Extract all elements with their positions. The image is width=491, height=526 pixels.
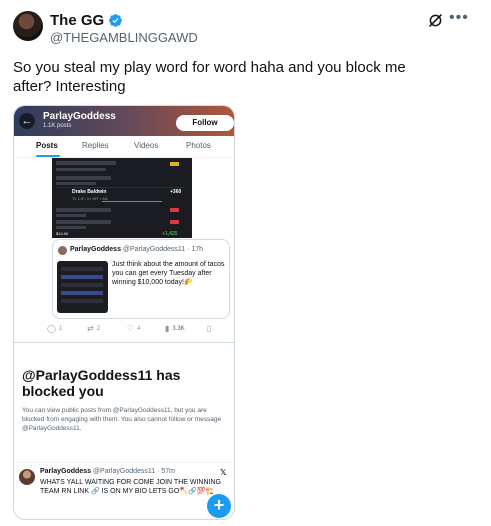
profile-tabs: Posts Replies Videos Photos (14, 136, 234, 158)
views-action[interactable]: ▮ 3.3K (165, 324, 185, 333)
bet-slip-line (56, 226, 86, 229)
quoted-avatar (58, 246, 67, 255)
quoted-image-row (61, 275, 103, 279)
reply-action[interactable]: ◯ 1 (47, 324, 62, 333)
author-name-row: The GG (50, 12, 123, 29)
tab-posts[interactable]: Posts (36, 141, 58, 150)
bet-slip-line (56, 161, 116, 165)
views-count: 3.3K (172, 325, 185, 332)
quoted-image-row (61, 267, 103, 271)
bet-slip-line (56, 182, 96, 185)
section-divider (14, 342, 234, 343)
bet-slip-image: Drake Baldwin +360 TL 1.5 • 1+ HIT • ML … (52, 158, 192, 238)
tweet: The GG @THEGAMBLINGGAWD ••• So you steal… (0, 0, 491, 526)
grok-icon[interactable] (427, 12, 444, 29)
bet-slip-tag (170, 162, 179, 166)
tweet-text: So you steal my play word for word haha … (13, 59, 406, 95)
profile-post-count: 1.1K posts (43, 123, 72, 129)
author-avatar[interactable] (13, 11, 43, 41)
quoted-image-row (61, 299, 103, 303)
post-actions: ◯ 1 ⇄ 2 ♡ 4 ▮ 3.3K ▯ (47, 324, 227, 336)
attached-screenshot[interactable]: ← ParlayGoddess 1.1K posts Follow Posts … (13, 105, 235, 520)
bottom-post-text: WHATS YALL WAITING FOR COME JOIN THE WIN… (40, 479, 221, 495)
bottom-post[interactable]: ParlayGoddess @ParlayGoddess11 · 57m 𝕏 W… (14, 462, 234, 519)
quoted-name: ParlayGoddess (70, 246, 121, 253)
author-display-name[interactable]: The GG (50, 12, 104, 29)
like-count: 4 (137, 325, 141, 332)
bet-slip-line (56, 208, 111, 212)
bookmark-icon: ▯ (207, 324, 212, 333)
bet-leg-name: Drake Baldwin (72, 189, 107, 195)
like-action[interactable]: ♡ 4 (127, 324, 141, 333)
quoted-image-row (61, 283, 103, 287)
bet-slip-line (56, 168, 106, 171)
reply-icon: ◯ (47, 324, 56, 333)
bet-leg-odds: +360 (170, 189, 182, 195)
bookmark-action[interactable]: ▯ (207, 324, 211, 333)
repost-action[interactable]: ⇄ 2 (87, 324, 100, 333)
blocked-title: @ParlayGoddess11 has blocked you (22, 367, 181, 399)
bet-progress (102, 201, 162, 202)
bet-slip-line (56, 220, 111, 224)
blocked-body: You can view public posts from @ParlayGo… (22, 407, 222, 432)
bottom-post-name: ParlayGoddess (40, 468, 91, 475)
quoted-image (57, 261, 108, 313)
bottom-post-avatar (19, 469, 35, 485)
heart-icon: ♡ (127, 324, 135, 333)
repost-icon: ⇄ (87, 324, 94, 333)
bet-slip-tag (170, 208, 179, 212)
x-logo-icon: 𝕏 (220, 468, 227, 477)
bet-footer-left: $14.00 (56, 231, 69, 236)
reply-count: 1 (58, 325, 63, 332)
repost-count: 2 (96, 325, 101, 332)
verified-badge-icon (109, 14, 123, 27)
follow-button[interactable]: Follow (176, 115, 234, 131)
tab-videos[interactable]: Videos (134, 141, 158, 150)
bet-slip-tag (170, 220, 179, 224)
quoted-post[interactable]: ParlayGoddess @ParlayGoddess11 · 17h Jus… (52, 239, 230, 319)
active-tab-indicator (36, 155, 60, 157)
quoted-header: ParlayGoddess @ParlayGoddess11 · 17h (70, 246, 203, 253)
author-handle[interactable]: @THEGAMBLINGGAWD (50, 30, 198, 45)
tab-replies[interactable]: Replies (82, 141, 109, 150)
quoted-handle-time: @ParlayGoddess11 · 17h (122, 246, 204, 253)
views-icon: ▮ (165, 324, 170, 333)
bet-slip-line (56, 214, 86, 217)
bottom-post-header: ParlayGoddess @ParlayGoddess11 · 57m (40, 468, 175, 475)
quoted-image-row (61, 291, 103, 295)
profile-name: ParlayGoddess (43, 111, 116, 122)
profile-header: ← ParlayGoddess 1.1K posts Follow (14, 106, 234, 136)
bet-slip-divider (56, 187, 184, 188)
tab-photos[interactable]: Photos (186, 141, 211, 150)
back-arrow-icon[interactable]: ← (19, 113, 35, 129)
quoted-text: Just think about the amount of tacos you… (112, 261, 225, 286)
bottom-post-handle-time: @ParlayGoddess11 · 57m (92, 468, 175, 475)
more-icon[interactable]: ••• (449, 9, 469, 27)
bet-footer-right: +1,425 (162, 231, 178, 237)
bet-slip-line (56, 176, 111, 180)
compose-button[interactable]: + (207, 494, 231, 518)
